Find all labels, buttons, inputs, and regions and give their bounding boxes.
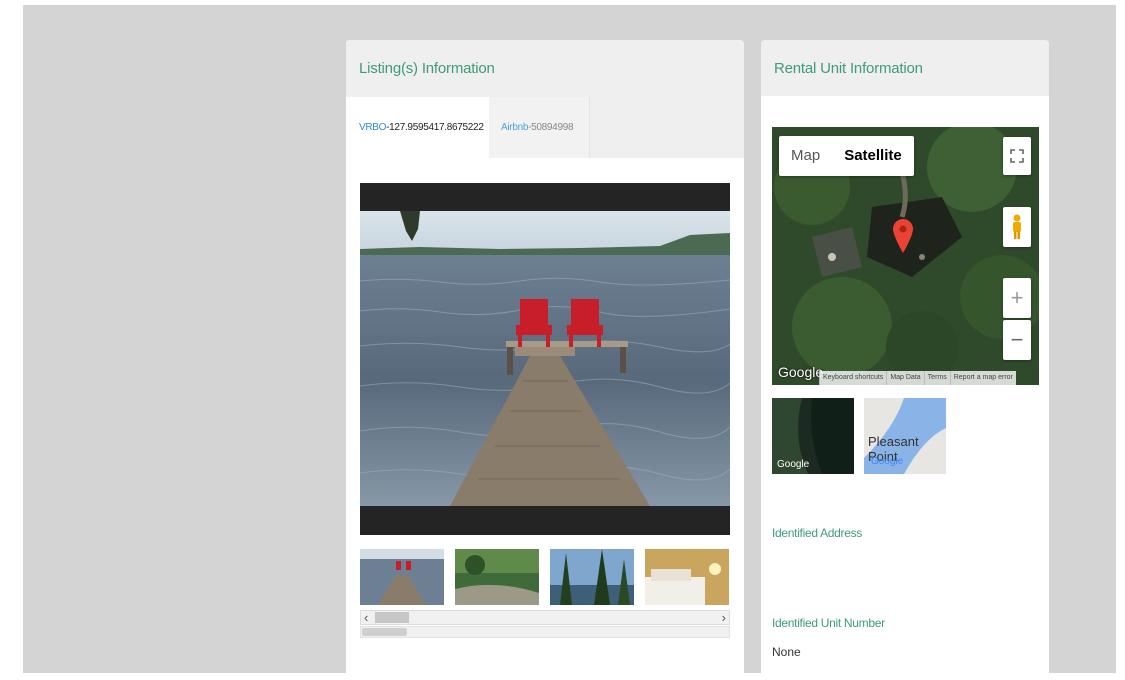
tab-airbnb[interactable]: Airbnb - 50894998 [489, 97, 590, 158]
panel-title: Rental Unit Information [774, 60, 923, 77]
zoom-out-icon[interactable]: − [1003, 320, 1031, 360]
scroll-handle[interactable] [375, 612, 409, 623]
satellite-map[interactable]: Map Satellite + − Google Keyboard shortc… [772, 127, 1039, 385]
photo-thumbnail[interactable] [550, 549, 634, 605]
scrollbar-thumb[interactable] [362, 628, 407, 636]
panel-header: Rental Unit Information [761, 40, 1049, 96]
rental-unit-panel: Rental Unit Information Map Satellite + … [761, 40, 1049, 680]
map-type-map-button[interactable]: Map [779, 136, 832, 176]
identified-unit-label: Identified Unit Number [772, 616, 885, 630]
map-footer: Keyboard shortcuts Map Data Terms Report… [819, 371, 1016, 385]
identified-address-label: Identified Address [772, 526, 862, 540]
listing-information-panel: Listing(s) Information VRBO - 127.959541… [346, 40, 744, 680]
photo-thumbnail[interactable] [360, 549, 444, 605]
google-logo[interactable]: Google [778, 364, 823, 380]
map-marker-icon[interactable] [893, 219, 913, 258]
tab-source[interactable]: VRBO [359, 122, 386, 133]
photo-thumbnail-strip [360, 549, 730, 609]
tab-source[interactable]: Airbnb [501, 122, 528, 133]
panel-header: Listing(s) Information [346, 40, 744, 96]
tab-vrbo[interactable]: VRBO - 127.9595417.8675222 [346, 97, 489, 158]
horizontal-scrollbar[interactable] [360, 626, 730, 638]
map-type-satellite-button[interactable]: Satellite [832, 136, 914, 176]
map-type-control: Map Satellite [779, 136, 914, 176]
google-logo: Google [777, 459, 810, 470]
tab-listing-id: 127.9595417.8675222 [389, 122, 484, 133]
pegman-icon[interactable] [1003, 207, 1031, 247]
zoom-in-icon[interactable]: + [1003, 278, 1031, 318]
photo-viewer[interactable] [360, 183, 730, 535]
thumbnail-scroll-nav[interactable]: ‹ › [360, 610, 730, 625]
fullscreen-icon[interactable] [1003, 137, 1031, 175]
chevron-right-icon[interactable]: › [722, 610, 726, 625]
photo-thumbnail[interactable] [645, 549, 729, 605]
chevron-left-icon[interactable]: ‹ [364, 610, 368, 625]
main-listing-photo[interactable] [360, 211, 730, 506]
mini-map-road[interactable]: Pleasant Point Google [864, 398, 946, 474]
keyboard-shortcuts-link[interactable]: Keyboard shortcuts [819, 371, 887, 385]
tab-listing-id: 50894998 [531, 122, 574, 133]
terms-link[interactable]: Terms [923, 371, 950, 385]
report-map-error-link[interactable]: Report a map error [949, 371, 1016, 385]
google-logo: Google [871, 456, 904, 467]
identified-unit-value: None [772, 645, 801, 659]
panel-title: Listing(s) Information [359, 60, 495, 77]
map-data-link[interactable]: Map Data [886, 371, 924, 385]
mini-map-satellite[interactable]: Google [772, 398, 854, 474]
photo-thumbnail[interactable] [455, 549, 539, 605]
